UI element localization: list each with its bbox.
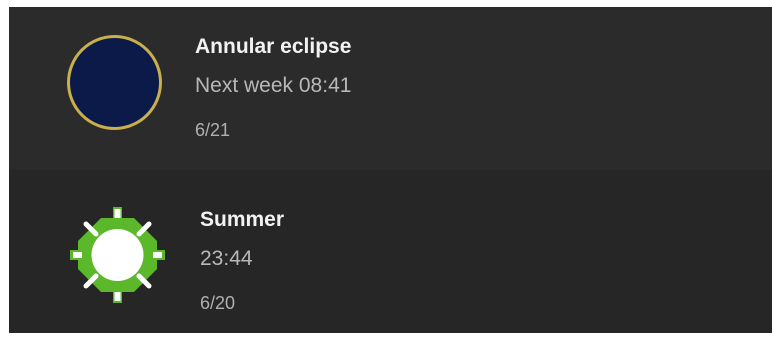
event-title: Summer <box>200 208 285 231</box>
list-item-summer[interactable]: Summer 23:44 6/20 <box>9 170 772 333</box>
list-item-annular-eclipse[interactable]: Annular eclipse Next week 08:41 6/21 <box>9 7 772 170</box>
event-time: 23:44 <box>200 247 253 270</box>
event-title: Annular eclipse <box>195 35 352 58</box>
event-date: 6/20 <box>200 293 236 313</box>
event-list: Annular eclipse Next week 08:41 6/21 Sum… <box>9 7 772 333</box>
annular-eclipse-icon <box>66 34 163 131</box>
summer-sun-icon <box>70 206 165 304</box>
event-date: 6/21 <box>195 120 231 140</box>
event-time: Next week 08:41 <box>195 74 352 97</box>
